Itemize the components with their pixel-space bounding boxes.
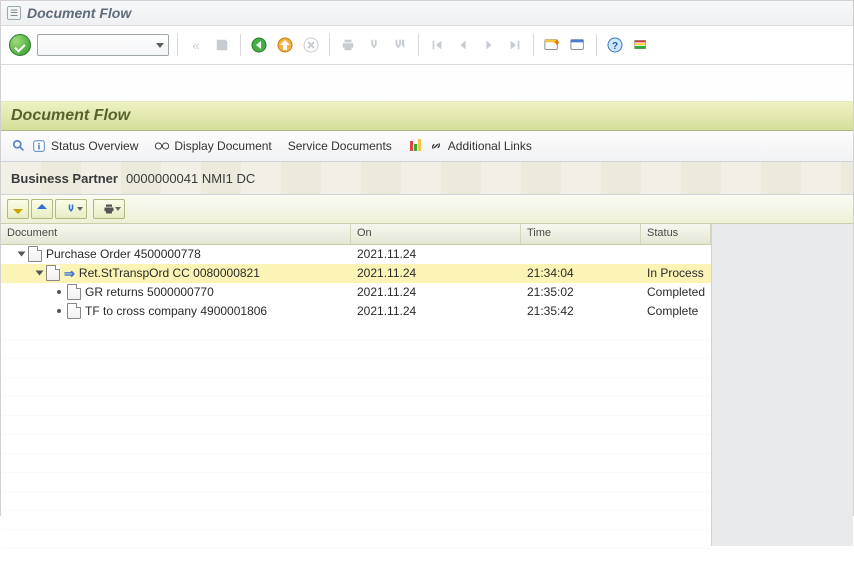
cell-status: In Process	[641, 266, 711, 280]
table-row[interactable]: Purchase Order 4500000778 2021.11.24	[1, 245, 711, 264]
cell-status: Completed	[641, 285, 711, 299]
leaf-bullet-icon	[57, 309, 61, 313]
document-icon	[28, 246, 42, 262]
cell-on: 2021.11.24	[351, 266, 521, 280]
display-document-label: Display Document	[174, 139, 271, 153]
cell-time: 21:34:04	[521, 266, 641, 280]
tree-area: Document On Time Status Purchase Order 4…	[1, 224, 853, 546]
next-page-icon	[479, 35, 499, 55]
magnifier-icon	[11, 138, 27, 154]
cell-time: 21:35:42	[521, 304, 641, 318]
status-overview-label: Status Overview	[51, 139, 138, 153]
current-arrow-icon: ⇒	[64, 267, 75, 280]
new-session-icon[interactable]	[542, 35, 562, 55]
save-icon	[212, 35, 232, 55]
tree-toolbar	[1, 195, 853, 224]
last-page-icon	[505, 35, 525, 55]
back-icon[interactable]	[249, 35, 269, 55]
col-status[interactable]: Status	[641, 224, 711, 244]
table-row[interactable]: GR returns 5000000770 2021.11.2421:35:02C…	[1, 283, 711, 302]
row-text: TF to cross company 4900001806	[85, 304, 267, 318]
cell-status: Complete	[641, 304, 711, 318]
cell-document: ⇒ Ret.StTranspOrd CC 0080000821	[1, 265, 351, 281]
toolbar-sep	[418, 34, 419, 56]
document-icon	[67, 303, 81, 319]
toolbar-sep	[177, 34, 178, 56]
system-toolbar: « ?	[1, 26, 853, 65]
cell-document: GR returns 5000000770	[1, 284, 351, 300]
additional-links-button[interactable]: Additional Links	[408, 138, 532, 154]
tree-header: Document On Time Status	[1, 224, 711, 245]
cell-on: 2021.11.24	[351, 304, 521, 318]
print-button[interactable]	[93, 199, 125, 219]
cancel-icon	[301, 35, 321, 55]
page-header: Document Flow	[1, 101, 853, 131]
table-row[interactable]: TF to cross company 4900001806 2021.11.24…	[1, 302, 711, 321]
twisty-open-icon[interactable]	[18, 252, 26, 257]
application-toolbar: i Status Overview Display Document Servi…	[1, 131, 853, 162]
row-text: Ret.StTranspOrd CC 0080000821	[79, 266, 260, 280]
svg-text:?: ?	[612, 41, 618, 52]
back-all-icon[interactable]: «	[186, 35, 206, 55]
display-document-button[interactable]: Display Document	[154, 138, 271, 154]
cell-on: 2021.11.24	[351, 285, 521, 299]
toolbar-sep	[533, 34, 534, 56]
col-on[interactable]: On	[351, 224, 521, 244]
tree-table: Document On Time Status Purchase Order 4…	[1, 224, 712, 546]
tree-rows: Purchase Order 4500000778 2021.11.24 ⇒ Ret.…	[1, 245, 711, 321]
window-title-bar: ☰ Document Flow	[1, 1, 853, 26]
help-icon[interactable]: ?	[605, 35, 625, 55]
row-text: GR returns 5000000770	[85, 285, 214, 299]
document-icon	[67, 284, 81, 300]
toolbar-sep	[329, 34, 330, 56]
toolbar-sep	[240, 34, 241, 56]
window-menu-icon[interactable]: ☰	[7, 6, 21, 20]
exit-icon[interactable]	[275, 35, 295, 55]
bp-value: 0000000041 NMI1 DC	[126, 171, 255, 186]
cell-document: Purchase Order 4500000778	[1, 246, 351, 262]
business-partner-strip: Business Partner 0000000041 NMI1 DC	[1, 162, 853, 195]
collapse-all-button[interactable]	[31, 199, 53, 219]
col-time[interactable]: Time	[521, 224, 641, 244]
toolbar-sep	[596, 34, 597, 56]
cell-document: TF to cross company 4900001806	[1, 303, 351, 319]
layout-icon[interactable]	[568, 35, 588, 55]
tree-side-empty	[712, 224, 853, 546]
glasses-icon	[154, 138, 170, 154]
additional-links-label: Additional Links	[448, 139, 532, 153]
cell-time: 21:35:02	[521, 285, 641, 299]
first-page-icon	[427, 35, 447, 55]
col-document[interactable]: Document	[1, 224, 351, 244]
print-icon	[338, 35, 358, 55]
row-text: Purchase Order 4500000778	[46, 247, 201, 261]
tree-empty-rows	[1, 321, 711, 565]
bp-label: Business Partner	[11, 171, 118, 186]
info-icon: i	[31, 138, 47, 154]
expand-all-button[interactable]	[7, 199, 29, 219]
svg-text:i: i	[38, 142, 40, 152]
page-title: Document Flow	[11, 107, 130, 125]
service-documents-button[interactable]: Service Documents	[288, 139, 392, 153]
enter-button[interactable]	[9, 34, 31, 56]
cell-on: 2021.11.24	[351, 247, 521, 261]
document-icon	[46, 265, 60, 281]
service-documents-label: Service Documents	[288, 139, 392, 153]
prev-page-icon	[453, 35, 473, 55]
table-row[interactable]: ⇒ Ret.StTranspOrd CC 0080000821 2021.11.24…	[1, 264, 711, 283]
window-title: Document Flow	[27, 5, 131, 21]
find-icon	[364, 35, 384, 55]
find-button[interactable]	[55, 199, 87, 219]
status-overview-button[interactable]: i Status Overview	[11, 138, 138, 154]
find-next-icon	[390, 35, 410, 55]
link-icon	[428, 138, 444, 154]
leaf-bullet-icon	[57, 290, 61, 294]
command-field[interactable]	[37, 34, 169, 56]
twisty-open-icon[interactable]	[36, 271, 44, 276]
customize-icon[interactable]	[631, 35, 651, 55]
bars-icon	[408, 138, 424, 154]
